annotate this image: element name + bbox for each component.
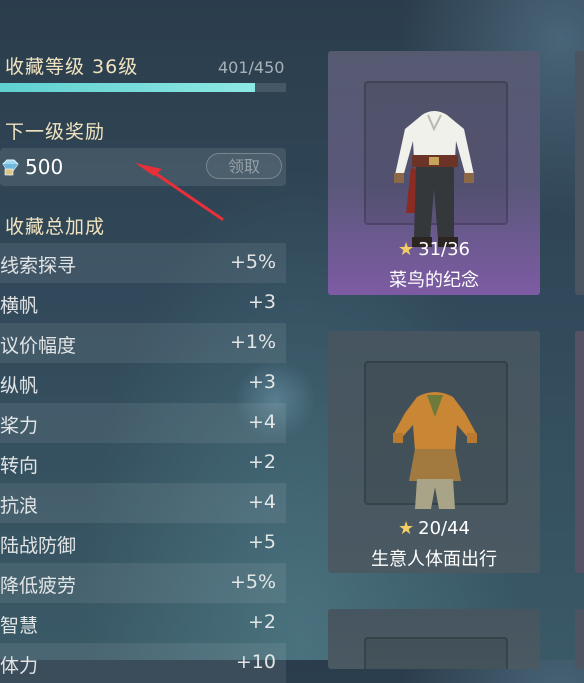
bonus-stat-name: 转向	[0, 455, 39, 477]
collection-progress-fill	[0, 83, 255, 92]
outfit-card-partial[interactable]	[328, 609, 540, 669]
outfit-frame	[364, 637, 508, 669]
outfit-card[interactable]: ★ 20/44 生意人体面出行	[328, 331, 540, 573]
bonus-stat-value: +2	[247, 611, 276, 633]
collection-level-title: 收藏等级 36级	[5, 56, 139, 78]
bonus-stat-name: 陆战防御	[0, 535, 77, 557]
outfit-name: 生意人体面出行	[371, 549, 497, 570]
bonus-stat-row: 横帆 +3	[0, 283, 286, 323]
star-icon: ★	[397, 239, 415, 260]
leather-outfit-icon	[393, 392, 477, 509]
bonus-stat-row: 体力 +10	[0, 643, 286, 683]
bonus-stat-row: 陆战防御 +5	[0, 523, 286, 563]
star-icon: ★	[397, 518, 415, 539]
collection-progress-text: 401/450	[218, 58, 285, 77]
gem-icon	[2, 159, 19, 176]
bonus-stat-value: +3	[247, 291, 276, 313]
bonus-stat-name: 议价幅度	[0, 335, 77, 357]
bonus-stat-value: +4	[247, 411, 276, 433]
bonus-stat-value: +4	[247, 491, 276, 513]
bonus-stat-row: 降低疲劳 +5%	[0, 563, 286, 603]
outfit-progress-count: ★ 20/44	[397, 518, 470, 539]
bonus-stat-value: +2	[247, 451, 276, 473]
bonus-stat-name: 抗浪	[0, 495, 39, 517]
bonus-stat-row: 抗浪 +4	[0, 483, 286, 523]
bonus-stat-row: 桨力 +4	[0, 403, 286, 443]
bonus-stat-value: +5%	[229, 571, 276, 593]
bonus-stat-value: +1%	[229, 331, 276, 353]
bonus-stat-value: +10	[235, 651, 276, 673]
bonus-stat-value: +3	[247, 371, 276, 393]
bonus-stat-row: 议价幅度 +1%	[0, 323, 286, 363]
bonus-stat-name: 智慧	[0, 615, 39, 637]
outfit-card-offscreen[interactable]	[575, 331, 584, 573]
bonus-stat-name: 纵帆	[0, 375, 39, 397]
bonus-stat-name: 横帆	[0, 295, 39, 317]
total-bonus-title: 收藏总加成	[5, 216, 106, 238]
bonus-stat-list: 线索探寻 +5% 横帆 +3 议价幅度 +1% 纵帆 +3 桨力 +4 转向 +2 抗浪 +4 陆战防御 +5…	[0, 243, 286, 683]
outfit-card-offscreen[interactable]	[575, 51, 584, 295]
bonus-stat-name: 桨力	[0, 415, 39, 437]
bonus-stat-row: 智慧 +2	[0, 603, 286, 643]
outfit-name: 菜鸟的纪念	[389, 270, 479, 291]
outfit-progress-count: ★ 31/36	[397, 239, 470, 260]
bonus-stat-row: 转向 +2	[0, 443, 286, 483]
annotation-arrow	[135, 163, 224, 221]
collection-progress-bar	[0, 83, 286, 92]
reward-amount: 500	[25, 155, 64, 179]
bonus-stat-name: 线索探寻	[0, 255, 77, 277]
bonus-stat-name: 降低疲劳	[0, 575, 77, 597]
bonus-stat-row: 纵帆 +3	[0, 363, 286, 403]
bonus-stat-value: +5	[247, 531, 276, 553]
bonus-stat-value: +5%	[229, 251, 276, 273]
outfit-card[interactable]: ★ 31/36 菜鸟的纪念	[328, 51, 540, 295]
bonus-stat-name: 体力	[0, 655, 39, 677]
next-reward-title: 下一级奖励	[5, 121, 106, 143]
collection-panel: 收藏等级 36级 401/450 下一级奖励 500 领取 收藏总加成 线索探寻…	[0, 0, 290, 683]
bonus-stat-row: 线索探寻 +5%	[0, 243, 286, 283]
outfit-card-offscreen[interactable]	[575, 609, 584, 669]
